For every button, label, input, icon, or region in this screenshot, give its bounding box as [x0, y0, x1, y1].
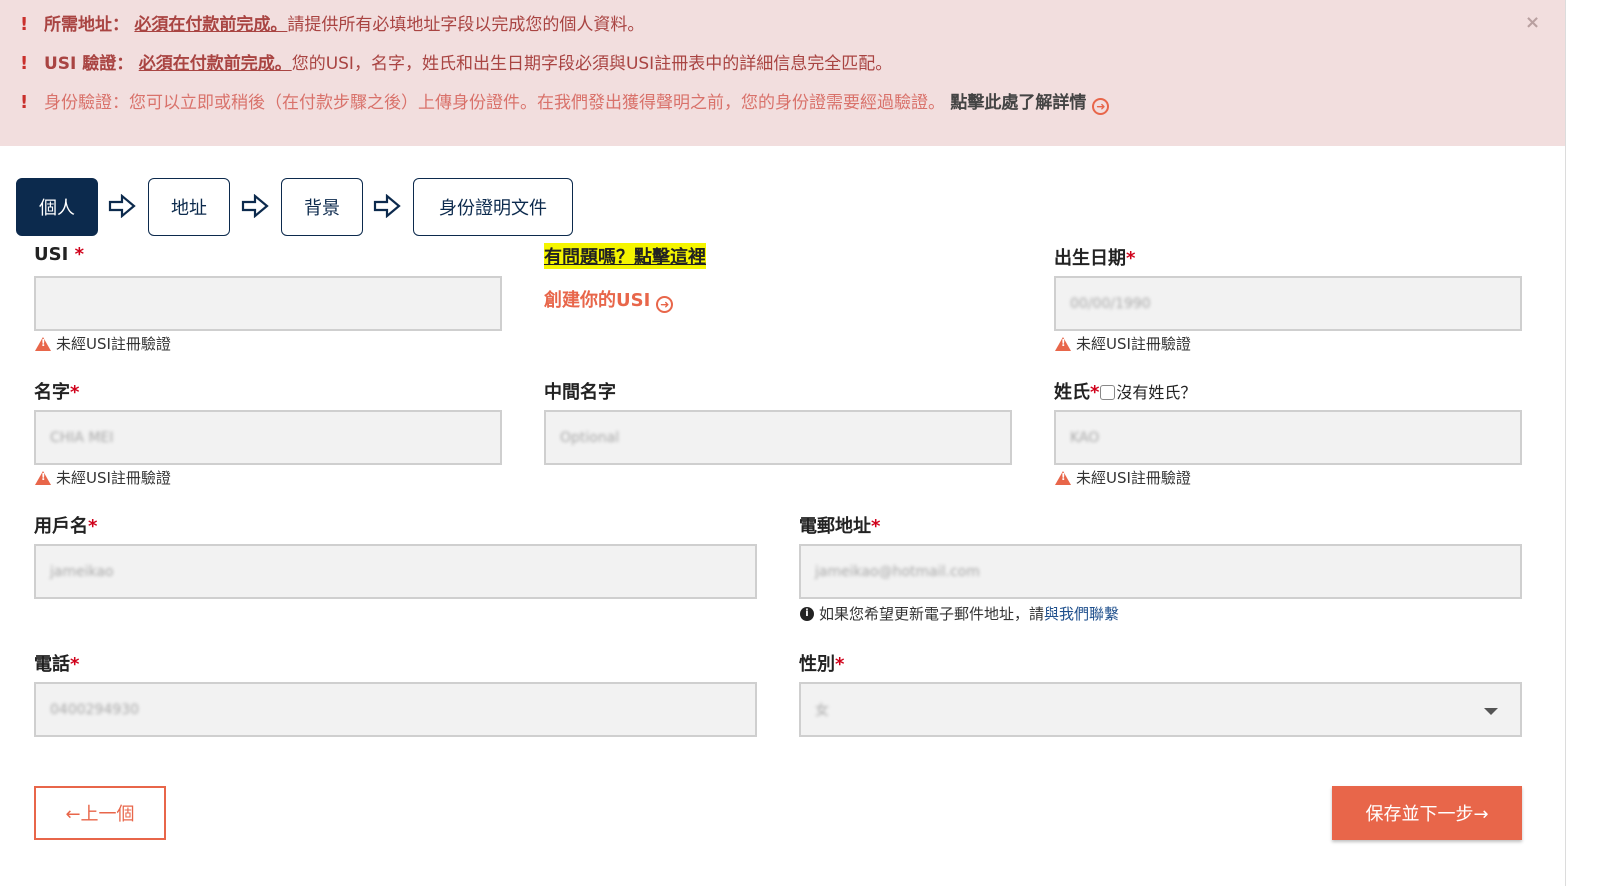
middle-name-label: 中間名字: [544, 382, 616, 403]
usi-label: USI *: [34, 244, 84, 265]
alert-identity-verification: ! 身份驗證：您可以立即或稍後（在付款步驟之後）上傳身份證件。在我們發出獲得聲明之…: [20, 88, 1110, 115]
step-address[interactable]: 地址: [148, 178, 230, 236]
step-identity-documents[interactable]: 身份證明文件: [413, 178, 573, 236]
contact-us-link[interactable]: 與我們聯繫: [1044, 603, 1119, 624]
first-name-label: 名字*: [34, 382, 80, 403]
close-icon[interactable]: ×: [1525, 12, 1540, 33]
step-background[interactable]: 背景: [281, 178, 363, 236]
learn-more-link[interactable]: 點擊此處了解詳情: [950, 93, 1086, 113]
alert-banner: ! 所需地址： 必須在付款前完成。請提供所有必填地址字段以完成您的個人資料。 ! U…: [0, 0, 1565, 146]
middle-name-input[interactable]: Optional: [544, 410, 1012, 465]
arrow-right-icon: [108, 194, 136, 218]
alert-address-required: ! 所需地址： 必須在付款前完成。請提供所有必填地址字段以完成您的個人資料。: [20, 14, 645, 35]
scroll-edge: [1565, 0, 1566, 886]
create-usi-link[interactable]: 創建你的USI ➜: [544, 286, 674, 313]
warning-icon: [1055, 470, 1071, 485]
save-next-button[interactable]: 保存並下一步→: [1332, 786, 1522, 840]
username-label: 用戶名*: [34, 516, 98, 537]
exclamation-icon: !: [20, 14, 29, 35]
chevron-down-icon: [1484, 708, 1498, 715]
email-label: 電郵地址*: [799, 516, 881, 537]
arrow-circle-right-icon: ➜: [1092, 98, 1110, 115]
dob-warning: 未經USI註冊驗證: [1055, 333, 1191, 354]
username-input[interactable]: jameikao: [34, 544, 757, 599]
phone-label: 電話*: [34, 654, 80, 675]
surname-warning: 未經USI註冊驗證: [1055, 467, 1191, 488]
warning-icon: [1055, 336, 1071, 351]
email-hint: i 如果您希望更新電子郵件地址，請 與我們聯繫: [800, 603, 1119, 624]
usi-input[interactable]: [34, 276, 502, 331]
arrow-right-icon: [373, 194, 401, 218]
first-name-input[interactable]: CHIA MEI: [34, 410, 502, 465]
previous-button[interactable]: ←上一個: [34, 786, 166, 840]
exclamation-icon: !: [20, 53, 29, 74]
dob-input[interactable]: 00/00/1990: [1054, 276, 1522, 331]
gender-label: 性別*: [799, 654, 845, 675]
help-link[interactable]: 有問題嗎？點擊這裡: [544, 243, 706, 269]
arrow-circle-right-icon: ➜: [656, 296, 674, 313]
first-name-warning: 未經USI註冊驗證: [35, 467, 171, 488]
phone-input[interactable]: 0400294930: [34, 682, 757, 737]
info-icon: i: [800, 606, 814, 621]
warning-icon: [35, 470, 51, 485]
dob-label: 出生日期*: [1054, 248, 1136, 269]
alert-usi-verification: ! USI 驗證： 必須在付款前完成。您的USI，名字，姓氏和出生日期字段必須與U…: [20, 53, 893, 74]
surname-input[interactable]: KAO: [1054, 410, 1522, 465]
surname-label: 姓氏* 沒有姓氏？: [1054, 382, 1197, 403]
usi-warning: 未經USI註冊驗證: [35, 333, 171, 354]
gender-select[interactable]: 女: [799, 682, 1522, 737]
warning-icon: [35, 336, 51, 351]
no-surname-checkbox[interactable]: [1100, 385, 1116, 400]
email-input[interactable]: jameikao@hotmail.com: [799, 544, 1522, 599]
arrow-right-icon: [241, 194, 269, 218]
step-personal[interactable]: 個人: [16, 178, 98, 236]
exclamation-icon: !: [20, 92, 29, 113]
